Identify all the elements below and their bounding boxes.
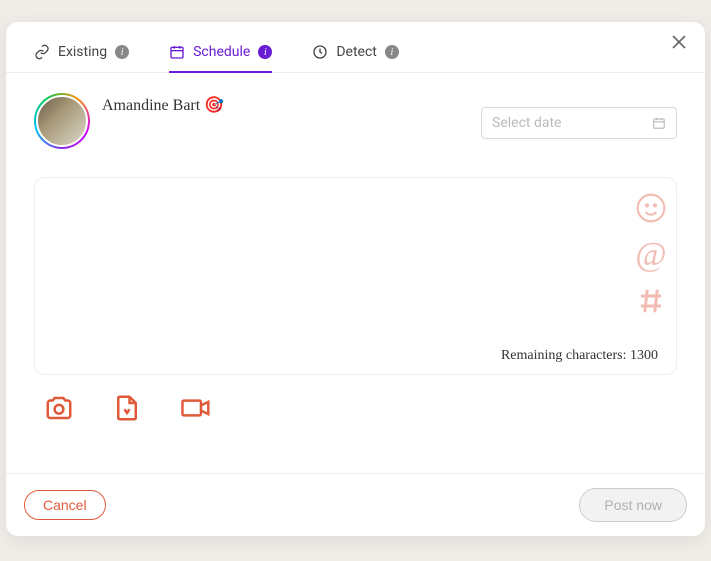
info-icon: i — [115, 45, 129, 59]
avatar-image — [36, 95, 88, 147]
tab-schedule-label: Schedule — [193, 44, 250, 60]
tab-schedule[interactable]: Schedule i — [169, 44, 272, 72]
tab-existing[interactable]: Existing i — [34, 44, 129, 72]
composer: @ Remaining characters: 1300 — [34, 177, 677, 375]
tab-bar: Existing i Schedule i Detect i — [6, 22, 705, 73]
attach-document-button[interactable] — [112, 393, 142, 423]
cancel-button[interactable]: Cancel — [24, 490, 106, 520]
hashtag-button[interactable] — [636, 286, 666, 316]
attach-video-button[interactable] — [180, 393, 212, 423]
post-text-input[interactable] — [35, 178, 626, 374]
user-block: Amandine Bart 🎯 — [34, 93, 224, 149]
schedule-modal: Existing i Schedule i Detect i — [6, 22, 705, 536]
character-counter: Remaining characters: 1300 — [501, 348, 658, 364]
char-counter-value: 1300 — [630, 348, 658, 363]
date-picker[interactable]: Select date — [481, 107, 677, 139]
info-icon: i — [258, 45, 272, 59]
calendar-icon — [652, 116, 666, 130]
date-picker-placeholder: Select date — [492, 115, 561, 131]
modal-content: Amandine Bart 🎯 Select date — [6, 73, 705, 473]
hashtag-icon — [636, 286, 666, 316]
post-now-button[interactable]: Post now — [579, 488, 687, 522]
composer-toolbar: @ — [626, 178, 676, 374]
info-icon: i — [385, 45, 399, 59]
calendar-icon — [169, 44, 185, 60]
tab-detect[interactable]: Detect i — [312, 44, 399, 72]
link-icon — [34, 44, 50, 60]
attachment-row — [34, 375, 677, 423]
video-icon — [180, 393, 212, 423]
document-icon — [112, 393, 142, 423]
tab-existing-label: Existing — [58, 44, 107, 60]
attach-photo-button[interactable] — [44, 393, 74, 423]
avatar — [34, 93, 90, 149]
user-name: Amandine Bart 🎯 — [102, 95, 224, 115]
emoji-button[interactable] — [635, 192, 667, 224]
tab-detect-label: Detect — [336, 44, 377, 60]
header-row: Amandine Bart 🎯 Select date — [34, 93, 677, 149]
close-icon — [671, 34, 687, 50]
camera-icon — [44, 393, 74, 423]
smile-icon — [635, 192, 667, 224]
mention-button[interactable]: @ — [635, 238, 666, 272]
char-counter-label: Remaining characters: — [501, 348, 630, 363]
close-button[interactable] — [671, 34, 687, 50]
clock-icon — [312, 44, 328, 60]
modal-footer: Cancel Post now — [6, 473, 705, 536]
